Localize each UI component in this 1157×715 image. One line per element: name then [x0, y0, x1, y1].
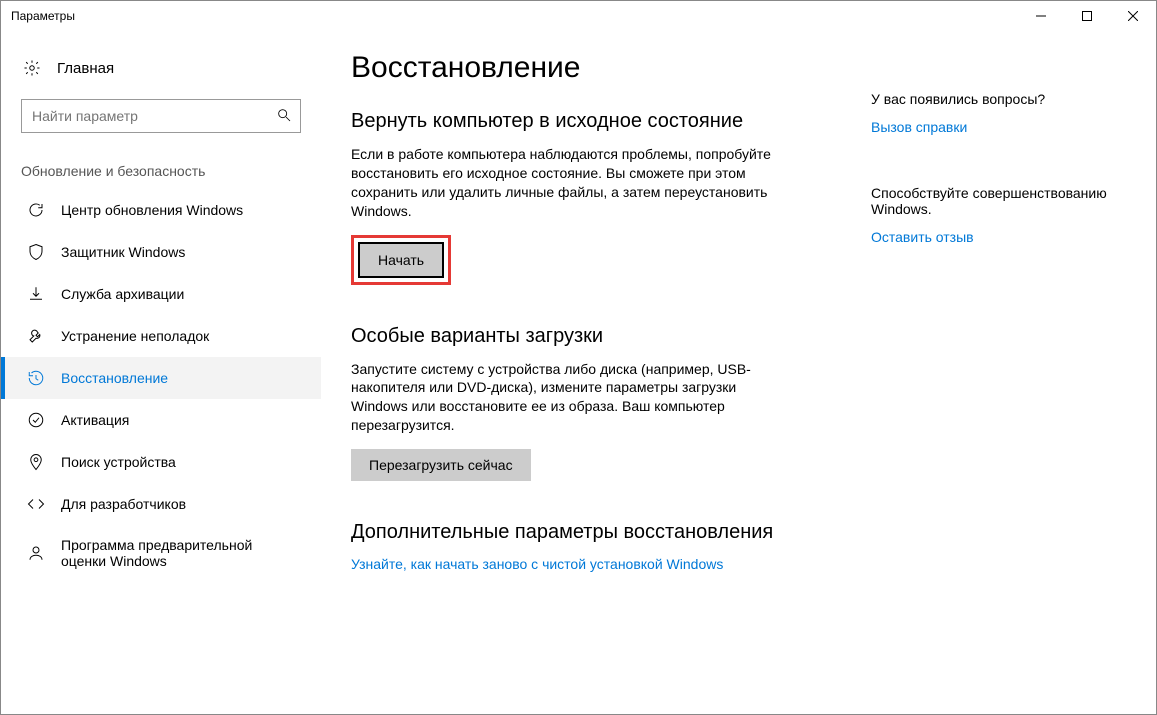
backup-icon	[25, 285, 47, 303]
reset-description: Если в работе компьютера наблюдаются про…	[351, 145, 781, 221]
sidebar-item-windows-update[interactable]: Центр обновления Windows	[1, 189, 321, 231]
sidebar-item-recovery[interactable]: Восстановление	[1, 357, 321, 399]
feedback-link[interactable]: Оставить отзыв	[871, 229, 974, 245]
search-icon	[276, 107, 292, 126]
insider-icon	[25, 544, 47, 562]
sidebar-item-developers[interactable]: Для разработчиков	[1, 483, 321, 525]
advanced-startup-heading: Особые варианты загрузки	[351, 325, 851, 348]
reset-heading: Вернуть компьютер в исходное состояние	[351, 110, 851, 133]
more-recovery-heading: Дополнительные параметры восстановления	[351, 521, 851, 544]
sidebar-item-label: Устранение неполадок	[61, 328, 301, 344]
check-circle-icon	[25, 411, 47, 429]
search-input[interactable]	[30, 107, 276, 125]
sidebar-section-label: Обновление и безопасность	[1, 163, 321, 189]
sidebar-item-label: Служба архивации	[61, 286, 301, 302]
sidebar: Главная Обновление и безопасность Центр …	[1, 31, 321, 714]
fresh-start-link[interactable]: Узнайте, как начать заново с чистой уста…	[351, 556, 723, 572]
sync-icon	[25, 201, 47, 219]
improve-heading: Способствуйте совершенствованию Windows.	[871, 185, 1126, 217]
sidebar-item-label: Центр обновления Windows	[61, 202, 301, 218]
wrench-icon	[25, 327, 47, 345]
sidebar-item-label: Защитник Windows	[61, 244, 301, 260]
sidebar-item-label: Активация	[61, 412, 301, 428]
reset-button[interactable]: Начать	[358, 242, 444, 278]
window-controls	[1018, 1, 1156, 31]
sidebar-item-troubleshoot[interactable]: Устранение неполадок	[1, 315, 321, 357]
questions-heading: У вас появились вопросы?	[871, 91, 1126, 107]
sidebar-home[interactable]: Главная	[1, 51, 321, 85]
search-box[interactable]	[21, 99, 301, 133]
maximize-button[interactable]	[1064, 1, 1110, 31]
advanced-startup-description: Запустите систему с устройства либо диск…	[351, 360, 781, 436]
page-title: Восстановление	[351, 51, 851, 85]
shield-icon	[25, 243, 47, 261]
sidebar-item-label: Восстановление	[61, 370, 301, 386]
minimize-button[interactable]	[1018, 1, 1064, 31]
sidebar-item-insider[interactable]: Программа предварительной оценки Windows	[1, 525, 321, 581]
gear-icon	[21, 59, 43, 77]
close-button[interactable]	[1110, 1, 1156, 31]
location-icon	[25, 453, 47, 471]
sidebar-item-backup[interactable]: Служба архивации	[1, 273, 321, 315]
sidebar-item-activation[interactable]: Активация	[1, 399, 321, 441]
sidebar-item-label: Для разработчиков	[61, 496, 301, 512]
main-content: Восстановление Вернуть компьютер в исход…	[351, 51, 851, 714]
window-title: Параметры	[11, 9, 75, 23]
restart-now-button[interactable]: Перезагрузить сейчас	[351, 449, 531, 481]
sidebar-item-label: Поиск устройства	[61, 454, 301, 470]
sidebar-item-find-device[interactable]: Поиск устройства	[1, 441, 321, 483]
titlebar: Параметры	[1, 1, 1156, 31]
aside: У вас появились вопросы? Вызов справки С…	[851, 51, 1126, 714]
developer-icon	[25, 495, 47, 513]
reset-button-highlight: Начать	[351, 235, 451, 285]
history-icon	[25, 369, 47, 387]
sidebar-item-label: Программа предварительной оценки Windows	[61, 537, 301, 569]
sidebar-item-defender[interactable]: Защитник Windows	[1, 231, 321, 273]
help-link[interactable]: Вызов справки	[871, 119, 967, 135]
sidebar-home-label: Главная	[57, 60, 114, 77]
